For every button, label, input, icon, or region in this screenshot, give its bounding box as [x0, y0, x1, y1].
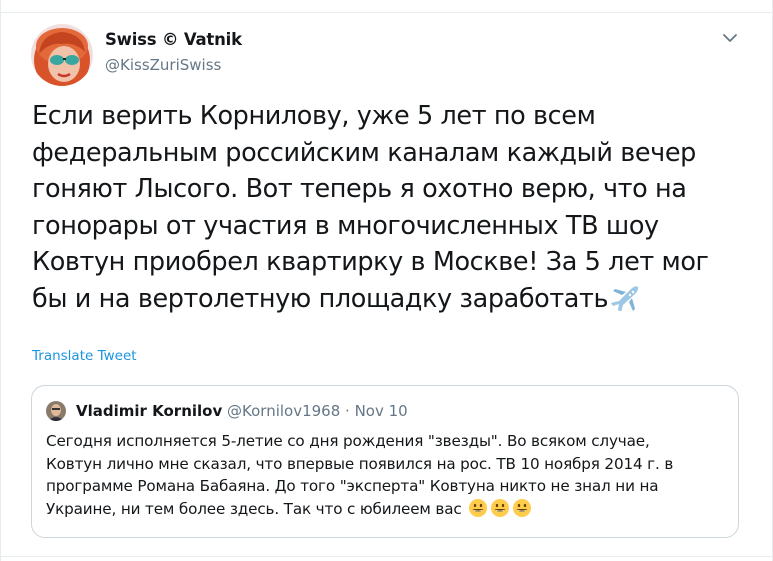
- tweet-text: Если верить Корнилову, уже 5 лет по всем…: [32, 98, 752, 322]
- divider: [1, 556, 773, 557]
- grinning-face-icon: [512, 498, 532, 525]
- quoted-tweet[interactable]: Vladimir Kornilov @Kornilov1968 · Nov 10…: [31, 385, 739, 538]
- tweet-card: Swiss © Vatnik @KissZuriSwiss Если верит…: [0, 0, 773, 561]
- quoted-author-meta: @Kornilov1968 · Nov 10: [227, 402, 408, 420]
- quoted-text-content: Сегодня исполняется 5-летие со дня рожде…: [46, 432, 674, 518]
- quoted-header: Vladimir Kornilov @Kornilov1968 · Nov 10: [76, 402, 408, 420]
- airplane-icon: [609, 283, 641, 322]
- author-handle[interactable]: @KissZuriSwiss: [105, 56, 221, 74]
- quoted-avatar[interactable]: [46, 401, 66, 421]
- quoted-author-name[interactable]: Vladimir Kornilov: [76, 402, 222, 420]
- tweet-text-content: Если верить Корнилову, уже 5 лет по всем…: [32, 101, 709, 314]
- avatar[interactable]: [31, 24, 93, 86]
- grinning-face-icon: [490, 498, 510, 525]
- translate-link[interactable]: Translate Tweet: [32, 348, 137, 364]
- grinning-face-icon: [468, 498, 488, 525]
- author-name[interactable]: Swiss © Vatnik: [105, 30, 242, 49]
- chevron-down-icon[interactable]: [721, 30, 739, 44]
- divider: [1, 12, 773, 13]
- quoted-text: Сегодня исполняется 5-летие со дня рожде…: [46, 430, 731, 524]
